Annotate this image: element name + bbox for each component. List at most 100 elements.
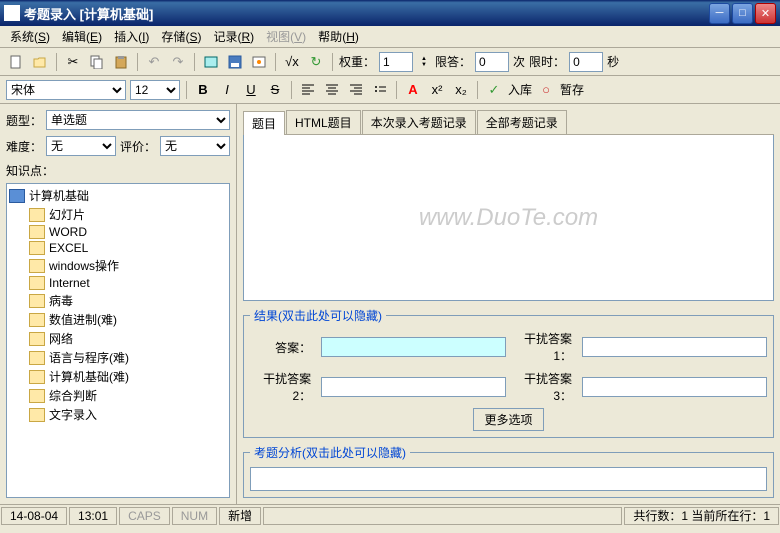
distractor1-input[interactable] — [582, 337, 767, 357]
difficulty-label: 难度： — [6, 138, 42, 155]
new-icon[interactable] — [6, 52, 26, 72]
minimize-button[interactable]: ─ — [709, 3, 730, 24]
cut-icon[interactable]: ✂ — [63, 52, 83, 72]
menu-view[interactable]: 视图(V) — [260, 26, 312, 47]
tree-item[interactable]: 网络 — [9, 329, 227, 348]
tree-item[interactable]: 综合判断 — [9, 386, 227, 405]
paste-icon[interactable] — [111, 52, 131, 72]
save-icon[interactable] — [225, 52, 245, 72]
status-caps: CAPS — [119, 507, 170, 525]
analysis-legend[interactable]: 考题分析(双击此处可以隐藏) — [250, 444, 410, 461]
folder-icon — [29, 276, 45, 290]
tree-item[interactable]: 文字录入 — [9, 405, 227, 424]
maximize-button[interactable]: □ — [732, 3, 753, 24]
analysis-input[interactable] — [250, 467, 767, 491]
tree-item[interactable]: windows操作 — [9, 256, 227, 275]
tree-item[interactable]: 数值进制(难) — [9, 310, 227, 329]
attach-icon[interactable] — [249, 52, 269, 72]
menu-insert[interactable]: 插入(I) — [108, 26, 155, 47]
reload-icon[interactable]: ↻ — [306, 52, 326, 72]
redo-icon[interactable]: ↷ — [168, 52, 188, 72]
folder-icon — [29, 241, 45, 255]
distractor2-input[interactable] — [321, 377, 506, 397]
answer-limit-label: 限答： — [435, 53, 471, 70]
more-options-button[interactable]: 更多选项 — [473, 408, 543, 431]
image-icon[interactable] — [201, 52, 221, 72]
open-icon[interactable] — [30, 52, 50, 72]
result-legend[interactable]: 结果(双击此处可以隐藏) — [250, 307, 386, 324]
menu-save[interactable]: 存储(S) — [155, 26, 207, 47]
tree-label: 知识点： — [6, 162, 230, 179]
difficulty-select[interactable]: 无 — [46, 136, 116, 156]
menu-system[interactable]: 系统(S) — [4, 26, 56, 47]
time-limit-label: 限时： — [529, 53, 565, 70]
status-date: 14-08-04 — [1, 507, 67, 525]
formula-icon[interactable]: √x — [282, 52, 302, 72]
align-center-icon[interactable] — [322, 80, 342, 100]
strike-icon[interactable]: S — [265, 80, 285, 100]
time-limit-input[interactable]: 0 — [569, 52, 603, 72]
tab-question[interactable]: 题目 — [243, 111, 285, 135]
temp-check-icon[interactable]: ○ — [536, 80, 556, 100]
store-label[interactable]: 入库 — [508, 81, 532, 98]
close-button[interactable]: ✕ — [755, 3, 776, 24]
type-select[interactable]: 单选题 — [46, 110, 230, 130]
bold-icon[interactable]: B — [193, 80, 213, 100]
menu-help[interactable]: 帮助(H) — [312, 26, 365, 47]
folder-icon — [29, 294, 45, 308]
app-icon — [4, 5, 20, 21]
align-right-icon[interactable] — [346, 80, 366, 100]
menu-edit[interactable]: 编辑(E) — [56, 26, 108, 47]
tab-all-records[interactable]: 全部考题记录 — [477, 110, 567, 134]
superscript-icon[interactable]: x² — [427, 80, 447, 100]
analysis-group: 考题分析(双击此处可以隐藏) — [243, 444, 774, 498]
tree-item[interactable]: 病毒 — [9, 291, 227, 310]
undo-icon[interactable]: ↶ — [144, 52, 164, 72]
rating-select[interactable]: 无 — [160, 136, 230, 156]
tree-item[interactable]: 语言与程序(难) — [9, 348, 227, 367]
store-check-icon[interactable]: ✓ — [484, 80, 504, 100]
tree-item[interactable]: 幻灯片 — [9, 205, 227, 224]
book-icon — [9, 189, 25, 203]
toolbar-main: ✂ ↶ ↷ √x ↻ 权重： 1 ▲▼ 限答： 0 次 限时： 0 秒 — [0, 48, 780, 76]
folder-icon — [29, 389, 45, 403]
tree-item[interactable]: 计算机基础(难) — [9, 367, 227, 386]
result-group: 结果(双击此处可以隐藏) 答案： 干扰答案1： 干扰答案2： 干扰答案3： 更多… — [243, 307, 774, 438]
tab-html[interactable]: HTML题目 — [286, 110, 361, 134]
weight-spinner[interactable]: ▲▼ — [417, 52, 431, 72]
watermark: www.DuoTe.com — [419, 204, 598, 232]
question-editor[interactable]: www.DuoTe.com — [243, 135, 774, 301]
tree-root[interactable]: 计算机基础 — [9, 186, 227, 205]
size-select[interactable]: 12 — [130, 80, 180, 100]
tree-item[interactable]: Internet — [9, 275, 227, 291]
font-select[interactable]: 宋体 — [6, 80, 126, 100]
copy-icon[interactable] — [87, 52, 107, 72]
status-time: 13:01 — [69, 507, 117, 525]
knowledge-tree[interactable]: 计算机基础 幻灯片WORDEXCELwindows操作Internet病毒数值进… — [6, 183, 230, 498]
answer-limit-input[interactable]: 0 — [475, 52, 509, 72]
subscript-icon[interactable]: x₂ — [451, 80, 471, 100]
distractor2-label: 干扰答案2： — [250, 370, 311, 404]
toolbar-format: 宋体 12 B I U S A x² x₂ ✓ 入库 ○ 暂存 — [0, 76, 780, 104]
tab-session-records[interactable]: 本次录入考题记录 — [362, 110, 476, 134]
tree-item[interactable]: WORD — [9, 224, 227, 240]
left-panel: 题型： 单选题 难度： 无 评价： 无 知识点： 计算机基础 幻灯片WORDEX… — [0, 104, 237, 504]
tabs: 题目 HTML题目 本次录入考题记录 全部考题记录 — [243, 110, 774, 135]
menu-record[interactable]: 记录(R) — [207, 26, 260, 47]
type-label: 题型： — [6, 112, 42, 129]
rating-label: 评价： — [120, 138, 156, 155]
underline-icon[interactable]: U — [241, 80, 261, 100]
font-color-icon[interactable]: A — [403, 80, 423, 100]
folder-icon — [29, 259, 45, 273]
weight-input[interactable]: 1 — [379, 52, 413, 72]
italic-icon[interactable]: I — [217, 80, 237, 100]
tree-item[interactable]: EXCEL — [9, 240, 227, 256]
distractor3-input[interactable] — [582, 377, 767, 397]
bullets-icon[interactable] — [370, 80, 390, 100]
distractor3-label: 干扰答案3： — [516, 370, 572, 404]
folder-icon — [29, 332, 45, 346]
answer-input[interactable] — [321, 337, 506, 357]
align-left-icon[interactable] — [298, 80, 318, 100]
temp-label[interactable]: 暂存 — [560, 81, 584, 98]
folder-icon — [29, 208, 45, 222]
